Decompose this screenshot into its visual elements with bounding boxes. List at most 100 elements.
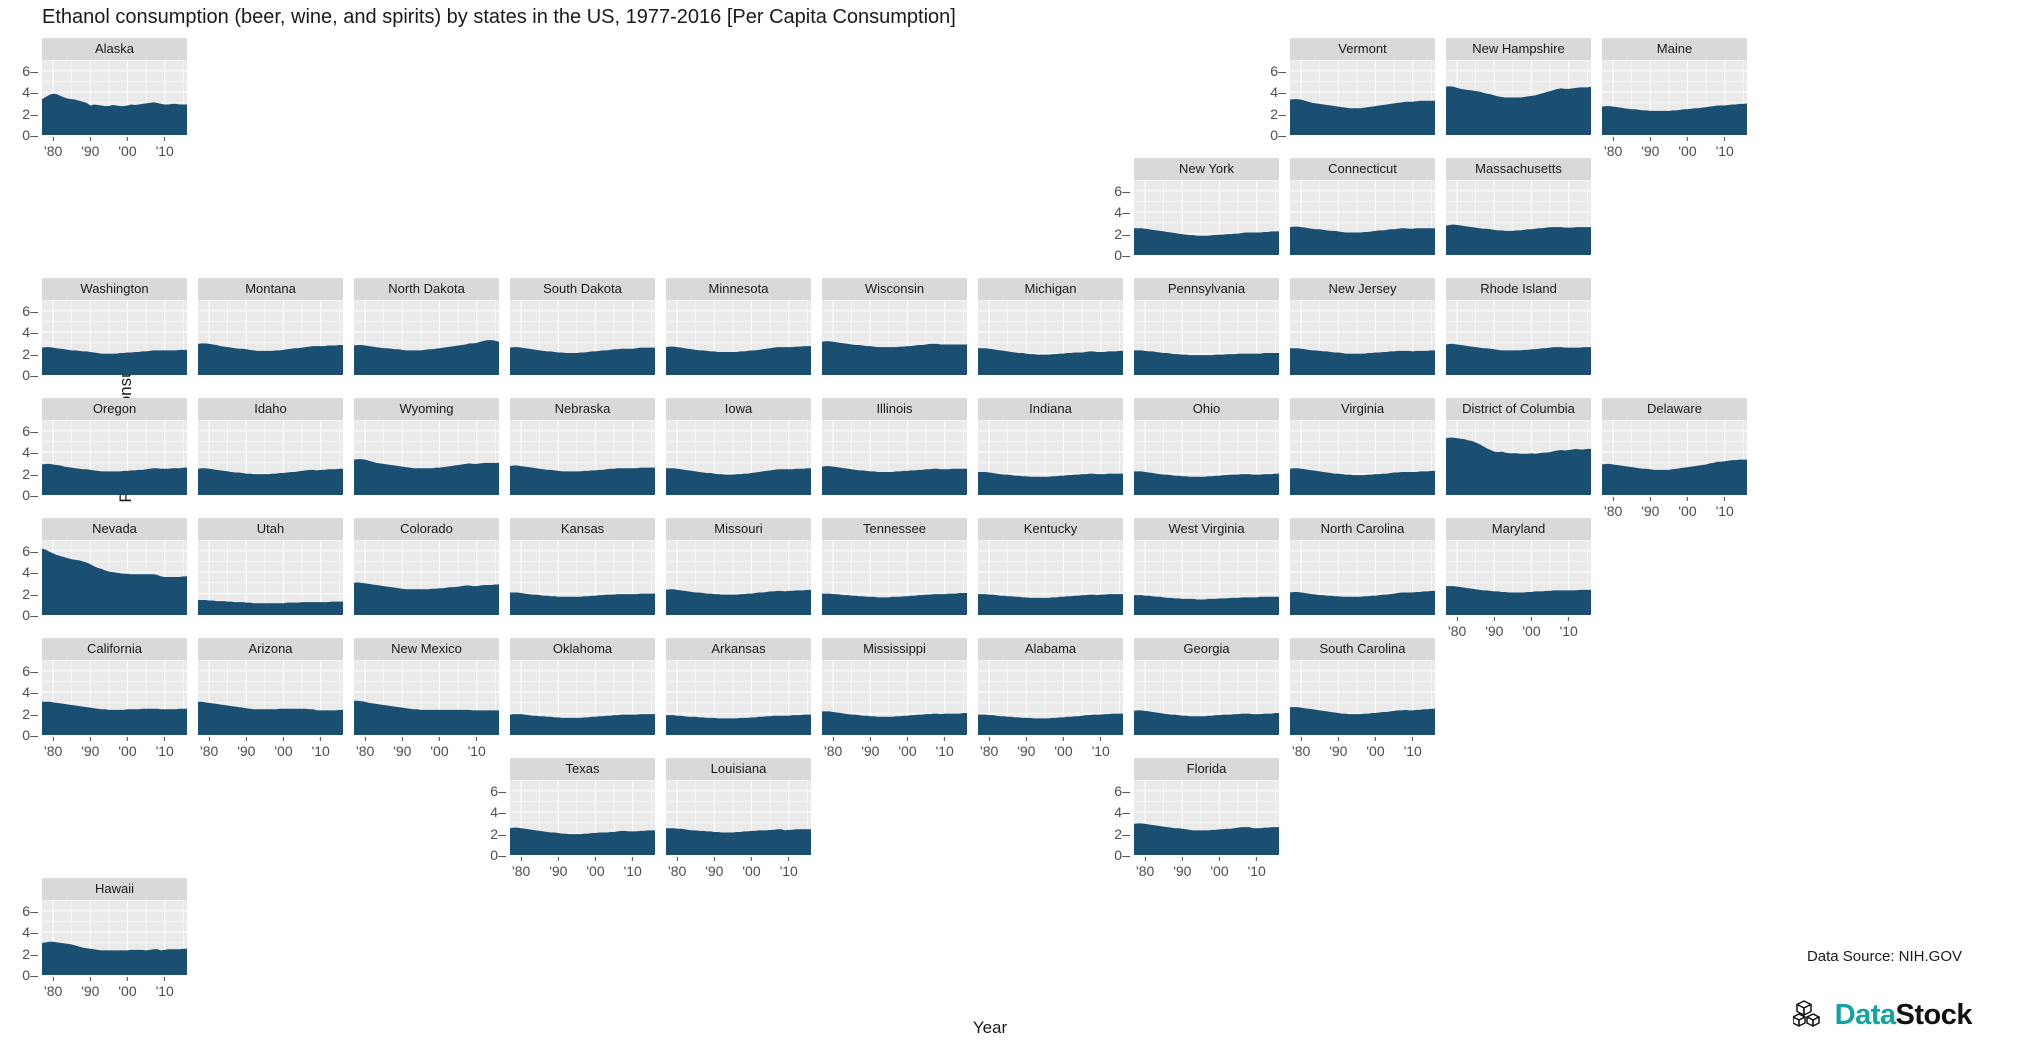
facet-panel: California 0– 2– 4– 6– '80 '90 '00 '10: [22, 638, 187, 759]
facet-panel: South Carolina '80 '90 '00 '10: [1290, 638, 1435, 759]
facet-plot-area: [1134, 660, 1279, 735]
facet-panel: North Carolina: [1290, 518, 1435, 615]
facet-panel: Delaware '80 '90 '00 '10: [1602, 398, 1747, 519]
facet-strip-label: Arizona: [198, 638, 343, 660]
y-tick-label: 6–: [22, 302, 38, 319]
facet-panel: New Mexico '80 '90 '00 '10: [354, 638, 499, 759]
facet-strip-label: Alabama: [978, 638, 1123, 660]
facet-strip-label: Kentucky: [978, 518, 1123, 540]
y-tick-label: 2–: [22, 345, 38, 362]
area-series: [1446, 86, 1591, 135]
cubes-icon: [1792, 1000, 1820, 1027]
area-series: [978, 348, 1123, 375]
facet-panel: Nevada 0– 2– 4– 6–: [22, 518, 187, 623]
facet-plot-area: [198, 540, 343, 615]
facet-panel: Georgia: [1134, 638, 1279, 735]
facet-panel: Michigan: [978, 278, 1123, 375]
facet-panel: Maine '80 '90 '00 '10: [1602, 38, 1747, 159]
x-tick-label: '80: [1604, 497, 1622, 519]
x-tick-label: '10: [1404, 737, 1422, 759]
x-tick-label: '00: [1678, 497, 1697, 519]
facet-plot-area: [1290, 420, 1435, 495]
y-tick-label: 2–: [1114, 825, 1130, 842]
facet-panel: Washington 0– 2– 4– 6–: [22, 278, 187, 383]
area-series: [1446, 586, 1591, 615]
facet-panel: Connecticut: [1290, 158, 1435, 255]
area-series: [198, 468, 343, 495]
y-tick-label: 0–: [490, 847, 506, 863]
area-series: [198, 701, 343, 735]
facet-plot-area: [1602, 420, 1747, 495]
y-tick-label: 0–: [22, 127, 38, 143]
facet-strip-label: Montana: [198, 278, 343, 300]
facet-plot-area: [42, 660, 187, 735]
facet-strip-label: Mississippi: [822, 638, 967, 660]
facet-plot-area: [42, 420, 187, 495]
area-series: [1446, 343, 1591, 375]
facet-strip-label: New York: [1134, 158, 1279, 180]
facet-strip-label: Nebraska: [510, 398, 655, 420]
page-title: Ethanol consumption (beer, wine, and spi…: [42, 6, 956, 28]
x-tick-label: '00: [742, 857, 761, 879]
datastock-logo: DataStock: [1792, 1000, 1973, 1030]
facet-plot-area: [1446, 540, 1591, 615]
x-tick-label: '10: [156, 137, 174, 159]
facet-plot-area: [978, 420, 1123, 495]
area-series: [822, 341, 967, 375]
x-tick-label: '00: [1054, 737, 1073, 759]
facet-plot-area: [1290, 540, 1435, 615]
x-tick-label: '10: [156, 977, 174, 999]
y-tick-label: 6–: [22, 422, 38, 439]
area-series: [42, 93, 187, 135]
facet-panel: Colorado: [354, 518, 499, 615]
facet-strip-label: Alaska: [42, 38, 187, 60]
area-series: [666, 468, 811, 495]
area-series: [1290, 707, 1435, 735]
x-tick-label: '90: [81, 977, 99, 999]
facet-panel: Alabama '80 '90 '00 '10: [978, 638, 1123, 759]
area-series: [978, 471, 1123, 495]
y-tick-label: 6–: [22, 542, 38, 559]
facet-strip-label: Indiana: [978, 398, 1123, 420]
y-tick-label: 0–: [22, 367, 38, 383]
area-series: [354, 582, 499, 615]
facet-strip-label: Missouri: [666, 518, 811, 540]
facet-plot-area: [666, 660, 811, 735]
x-tick-label: '80: [980, 737, 998, 759]
area-series: [1290, 590, 1435, 615]
y-tick-label: 2–: [1270, 105, 1286, 122]
facet-strip-label: North Carolina: [1290, 518, 1435, 540]
y-tick-label: 2–: [22, 945, 38, 962]
x-tick-label: '90: [1641, 497, 1659, 519]
x-tick-label: '80: [1292, 737, 1310, 759]
area-series: [1602, 103, 1747, 135]
x-tick-label: '80: [356, 737, 374, 759]
y-tick-label: 4–: [1270, 84, 1286, 101]
facet-plot-area: [1290, 60, 1435, 135]
facet-panel: Idaho: [198, 398, 343, 495]
facet-strip-label: Minnesota: [666, 278, 811, 300]
facet-panel: Oklahoma: [510, 638, 655, 735]
x-tick-label: '90: [549, 857, 567, 879]
facet-panel: Wyoming: [354, 398, 499, 495]
facet-strip-label: Wisconsin: [822, 278, 967, 300]
y-tick-label: 6–: [22, 902, 38, 919]
area-series: [666, 828, 811, 855]
area-series: [1290, 348, 1435, 375]
facet-panel: West Virginia: [1134, 518, 1279, 615]
area-series: [354, 459, 499, 495]
y-tick-label: 2–: [22, 465, 38, 482]
facet-strip-label: Pennsylvania: [1134, 278, 1279, 300]
facet-strip-label: Delaware: [1602, 398, 1747, 420]
facet-panel: Florida 0– 2– 4– 6– '80 '90 '00 '10: [1114, 758, 1279, 879]
facet-strip-label: Connecticut: [1290, 158, 1435, 180]
facet-strip-label: Michigan: [978, 278, 1123, 300]
x-tick-label: '00: [1210, 857, 1229, 879]
facet-panel: Hawaii 0– 2– 4– 6– '80 '90 '00 '10: [22, 878, 187, 999]
facet-plot-area: [354, 300, 499, 375]
facet-plot-area: [354, 420, 499, 495]
x-tick-label: '00: [274, 737, 293, 759]
area-series: [1290, 468, 1435, 495]
facet-strip-label: Washington: [42, 278, 187, 300]
x-tick-label: '90: [393, 737, 411, 759]
